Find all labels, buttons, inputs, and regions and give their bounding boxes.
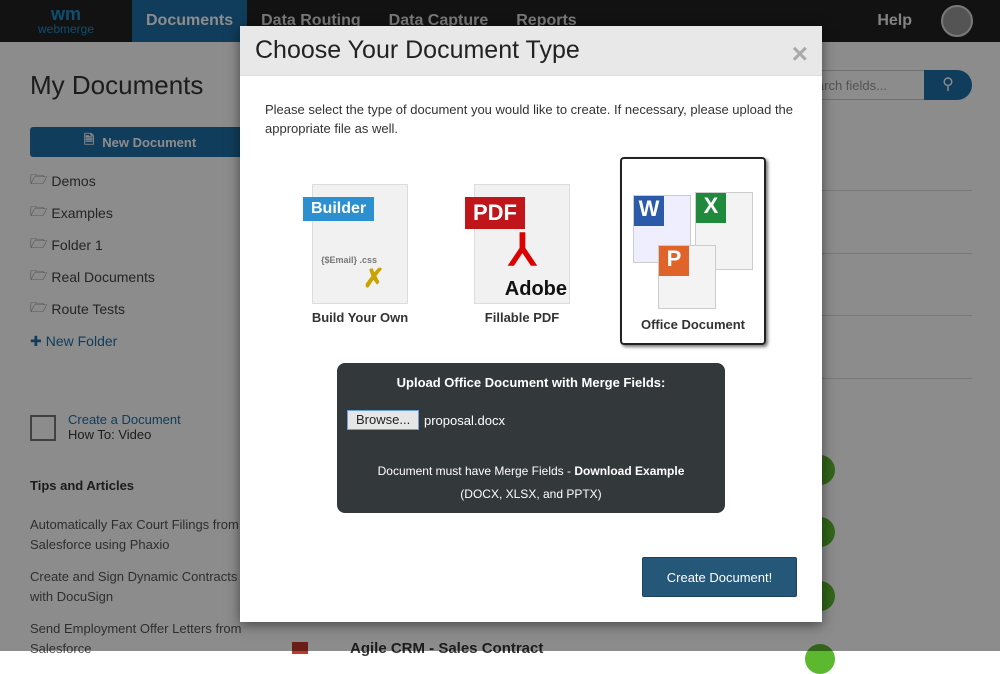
adobe-brand: Adobe [504, 278, 567, 300]
option-label: Build Your Own [311, 310, 409, 325]
option-label: Office Document [640, 317, 745, 332]
modal-intro: Please select the type of document you w… [265, 102, 794, 136]
close-icon[interactable]: × [792, 38, 808, 70]
selected-filename: proposal.docx [424, 413, 505, 428]
upload-panel: Upload Office Document with Merge Fields… [337, 363, 725, 513]
download-example-link[interactable]: Download Example [574, 464, 684, 478]
create-document-button[interactable]: Create Document! [642, 557, 797, 597]
choose-document-type-modal: Choose Your Document Type × Please selec… [240, 26, 822, 622]
modal-title: Choose Your Document Type [255, 36, 580, 64]
builder-icon: Builder {$Email} .css ✗ [303, 184, 408, 304]
browse-button[interactable]: Browse... [347, 410, 420, 430]
option-office-document[interactable]: W X P Office Document [620, 157, 766, 345]
note-text: Document must have Merge Fields - [377, 464, 575, 478]
office-icons: W X P [633, 187, 753, 309]
supported-formats: (DOCX, XLSX, and PPTX) [460, 487, 602, 501]
merge-fields-note: Document must have Merge Fields - Downlo… [337, 464, 725, 478]
pdf-icon: PDF ⅄ Adobe [465, 184, 570, 304]
builder-badge: Builder [303, 197, 375, 221]
option-build-your-own[interactable]: Builder {$Email} .css ✗ Build Your Own [300, 184, 420, 325]
upload-title: Upload Office Document with Merge Fields… [396, 375, 666, 390]
option-fillable-pdf[interactable]: PDF ⅄ Adobe Fillable PDF [462, 184, 582, 325]
modal-header: Choose Your Document Type × [240, 26, 822, 76]
option-label: Fillable PDF [484, 310, 560, 325]
